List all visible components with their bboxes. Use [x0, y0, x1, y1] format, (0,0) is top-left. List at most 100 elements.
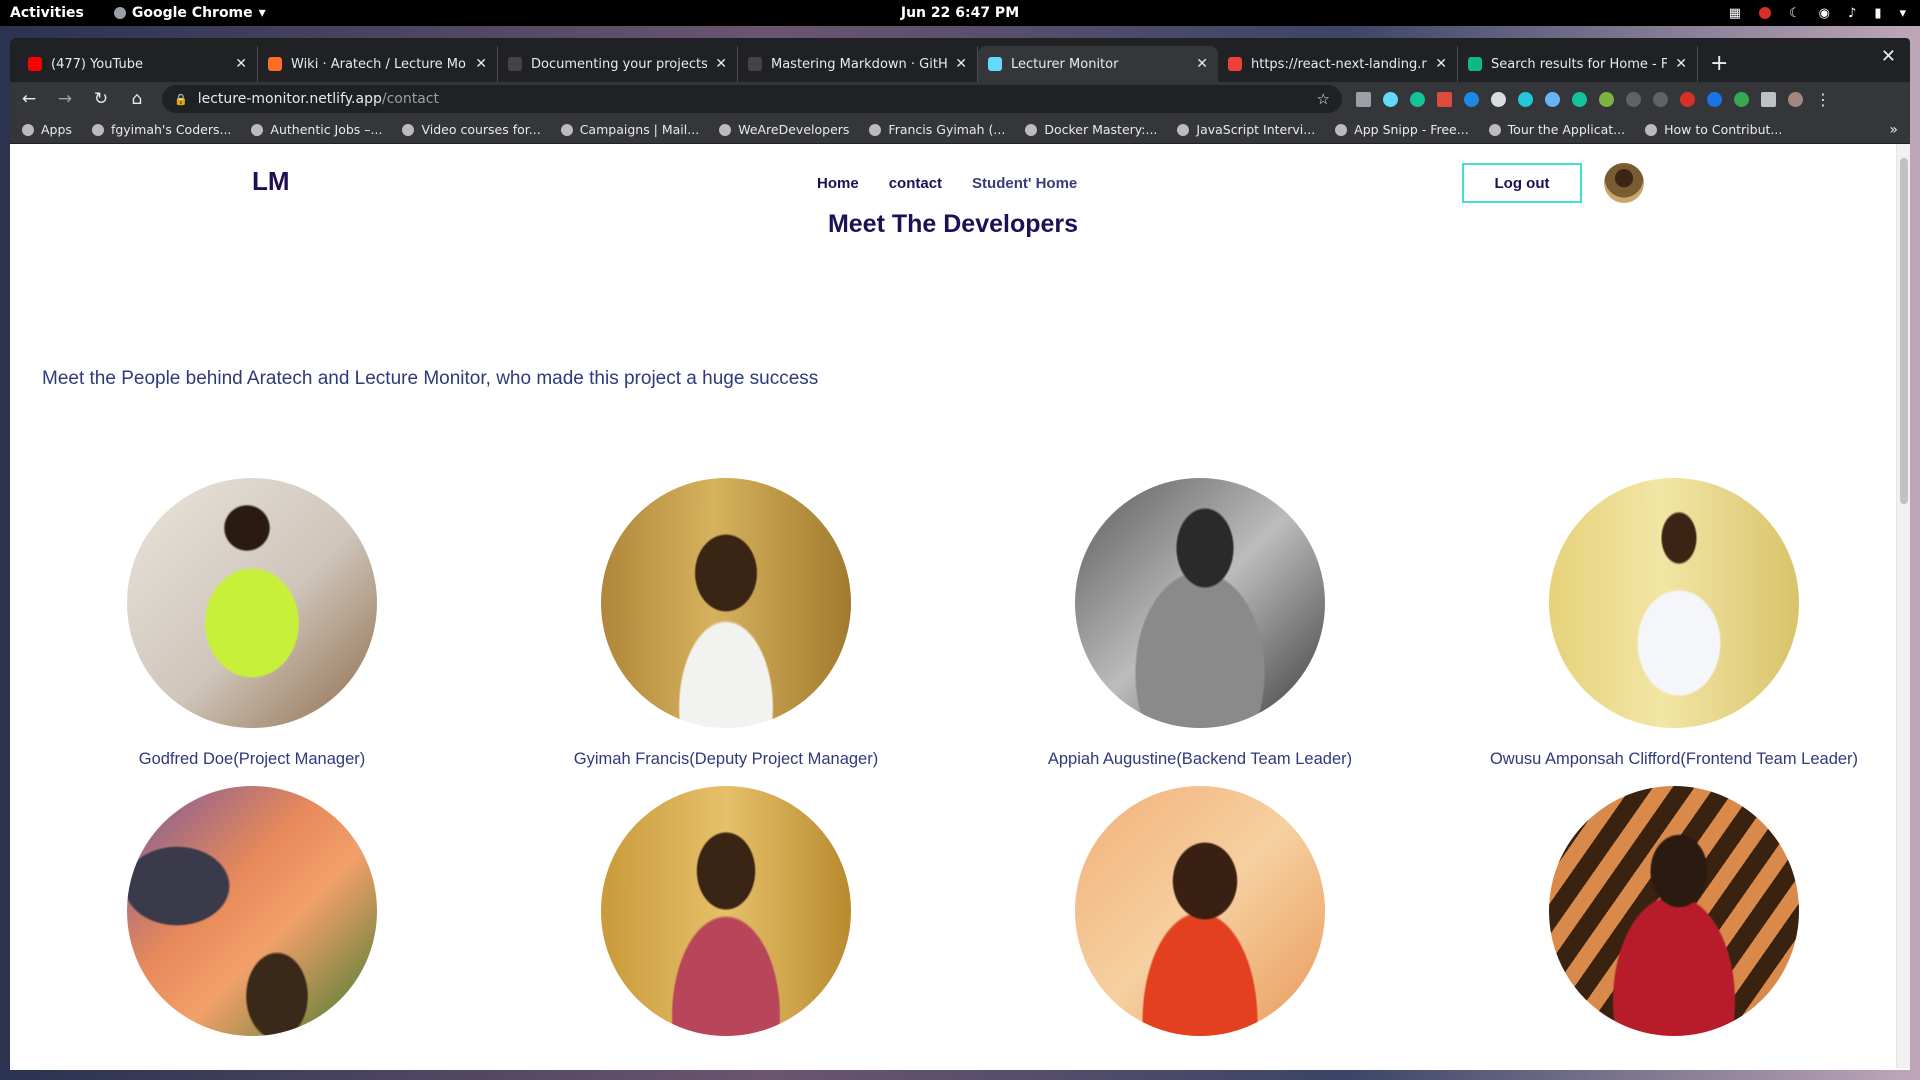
- forward-icon[interactable]: →: [54, 89, 76, 109]
- browser-tab[interactable]: Wiki · Aratech / Lecture Monit ✕: [258, 46, 498, 82]
- developer-caption: Godfred Doe(Project Manager): [138, 750, 366, 768]
- close-tab-icon[interactable]: ✕: [475, 56, 487, 72]
- bookmark-item[interactable]: Tour the Applicat...: [1488, 122, 1625, 137]
- developer-caption: Appiah Augustine(Backend Team Leader): [1047, 750, 1353, 768]
- kebab-menu-icon[interactable]: ⋮: [1815, 90, 1831, 109]
- bookmark-favicon-icon: [560, 123, 573, 136]
- bookmark-star-icon[interactable]: ☆: [1317, 90, 1330, 108]
- extensions-puzzle-icon[interactable]: [1761, 91, 1776, 107]
- hexagon-extension-icon[interactable]: [1464, 91, 1479, 107]
- formula-extension-icon[interactable]: [1626, 91, 1641, 107]
- browser-tab[interactable]: Documenting your projects o ✕: [498, 46, 738, 82]
- extensions-bar: ⋮: [1356, 90, 1831, 109]
- volume-icon: ♪: [1848, 5, 1857, 21]
- nav-link-home[interactable]: Home: [817, 175, 859, 192]
- bookmark-favicon-icon: [91, 123, 104, 136]
- apps-shortcut[interactable]: Apps: [22, 122, 72, 137]
- developer-photo: [1549, 786, 1799, 1036]
- nav-link-student-home[interactable]: Student' Home: [972, 175, 1077, 192]
- bookmarks-overflow-icon[interactable]: »: [1889, 122, 1898, 138]
- user-avatar[interactable]: [1604, 163, 1644, 203]
- tab-strip: (477) YouTube ✕ Wiki · Aratech / Lecture M…: [10, 38, 1910, 82]
- close-window-icon[interactable]: ✕: [1881, 46, 1896, 67]
- plane-extension-icon[interactable]: [1545, 91, 1560, 107]
- browser-tab[interactable]: (477) YouTube ✕: [18, 46, 258, 82]
- close-tab-icon[interactable]: ✕: [715, 56, 727, 72]
- nav-link-contact[interactable]: contact: [889, 175, 942, 192]
- bookmark-label: App Snipp - Free...: [1354, 122, 1469, 137]
- address-bar[interactable]: 🔒 lecture-monitor.netlify.app/contact ☆: [162, 85, 1342, 113]
- close-tab-icon[interactable]: ✕: [235, 56, 247, 72]
- tab-favicon-icon: [988, 57, 1002, 71]
- bookmark-favicon-icon: [1025, 123, 1038, 136]
- gmail-icon[interactable]: [1759, 7, 1772, 19]
- lock-icon[interactable]: 🔒: [174, 93, 188, 106]
- url-host: lecture-monitor.netlify.app: [197, 91, 382, 107]
- bookmark-item[interactable]: Video courses for...: [402, 122, 541, 137]
- page-title: Meet The Developers: [827, 210, 1079, 238]
- browser-tab[interactable]: Mastering Markdown · GitHub ✕: [738, 46, 978, 82]
- vue-devtools-icon[interactable]: [1356, 91, 1371, 107]
- todoist-icon[interactable]: [1437, 91, 1452, 107]
- bookmark-item[interactable]: Campaigns | Mail...: [560, 122, 700, 137]
- browser-tab[interactable]: https://react-next-landing.re ✕: [1218, 46, 1458, 82]
- apps-grid-icon: [22, 123, 34, 136]
- color-extension-icon[interactable]: [1734, 91, 1749, 107]
- bookmark-favicon-icon: [1335, 123, 1348, 136]
- gmail-extension-icon[interactable]: [1680, 91, 1695, 107]
- chevron-down-icon[interactable]: ▾: [1899, 6, 1906, 21]
- scrollbar-thumb[interactable]: [1900, 158, 1908, 504]
- bookmarks-bar: Apps fgyimah's Coders... Authentic Jobs –.…: [10, 116, 1910, 144]
- grid-icon[interactable]: ▦: [1729, 6, 1741, 21]
- bookmark-item[interactable]: App Snipp - Free...: [1335, 122, 1469, 137]
- profile-avatar-icon[interactable]: [1788, 91, 1803, 107]
- close-tab-icon[interactable]: ✕: [1675, 56, 1687, 72]
- close-tab-icon[interactable]: ✕: [955, 56, 967, 72]
- app-menu-label: Google Chrome: [131, 5, 253, 21]
- bookmark-item[interactable]: WeAreDevelopers: [719, 122, 849, 137]
- close-tab-icon[interactable]: ✕: [1196, 56, 1208, 72]
- tab-favicon-icon: [28, 57, 42, 71]
- system-tray[interactable]: ▦ ☾ ◉ ♪ ▮ ▾: [1729, 6, 1906, 21]
- pen-extension-icon[interactable]: [1599, 91, 1614, 107]
- bookmark-item[interactable]: Docker Mastery:...: [1025, 122, 1157, 137]
- grammarly-icon[interactable]: [1410, 91, 1425, 107]
- back-icon[interactable]: ←: [18, 89, 40, 109]
- bookmark-favicon-icon: [869, 123, 882, 136]
- site-logo[interactable]: LM: [252, 166, 290, 197]
- bookmark-label: JavaScript Intervi...: [1196, 122, 1316, 137]
- refresh-extension-icon[interactable]: [1491, 91, 1506, 107]
- new-tab-icon[interactable]: +: [1710, 51, 1728, 76]
- tab-title: Lecturer Monitor: [1011, 56, 1119, 72]
- app-menu[interactable]: Google Chrome ▾: [113, 5, 266, 21]
- tab-favicon-icon: [1468, 57, 1482, 71]
- browser-tab[interactable]: Search results for Home - Fla ✕: [1458, 46, 1698, 82]
- reload-icon[interactable]: ↻: [90, 89, 112, 109]
- bookmark-item[interactable]: How to Contribut...: [1645, 122, 1782, 137]
- grammarly-g-icon[interactable]: [1572, 91, 1587, 107]
- bookmark-label: Campaigns | Mail...: [579, 122, 700, 137]
- browser-tab[interactable]: Lecturer Monitor ✕: [978, 46, 1218, 82]
- code-extension-icon[interactable]: [1653, 91, 1668, 107]
- site-nav: Home contact Student' Home: [817, 175, 1077, 192]
- logout-button[interactable]: Log out: [1462, 163, 1582, 203]
- developer-card: [516, 786, 936, 1058]
- shield-extension-icon[interactable]: [1707, 91, 1722, 107]
- bookmark-item[interactable]: fgyimah's Coders...: [91, 122, 231, 137]
- page-scrollbar[interactable]: [1896, 144, 1910, 1068]
- close-tab-icon[interactable]: ✕: [1435, 56, 1447, 72]
- m-extension-icon[interactable]: [1518, 91, 1533, 107]
- home-icon[interactable]: ⌂: [126, 89, 148, 109]
- bookmark-item[interactable]: Authentic Jobs –...: [251, 122, 382, 137]
- clock[interactable]: Jun 22 6:47 PM: [901, 5, 1019, 21]
- developer-photo: [127, 478, 377, 728]
- react-devtools-icon[interactable]: [1383, 91, 1398, 107]
- bookmark-favicon-icon: [402, 123, 415, 136]
- developer-photo: [601, 478, 851, 728]
- activities-button[interactable]: Activities: [10, 5, 84, 21]
- bookmark-item[interactable]: JavaScript Intervi...: [1177, 122, 1315, 137]
- browser-toolbar: ← → ↻ ⌂ 🔒 lecture-monitor.netlify.app/co…: [10, 82, 1910, 116]
- night-light-icon: ☾: [1789, 5, 1801, 21]
- bookmark-item[interactable]: Francis Gyimah (...: [869, 122, 1005, 137]
- url-path: /contact: [381, 91, 439, 107]
